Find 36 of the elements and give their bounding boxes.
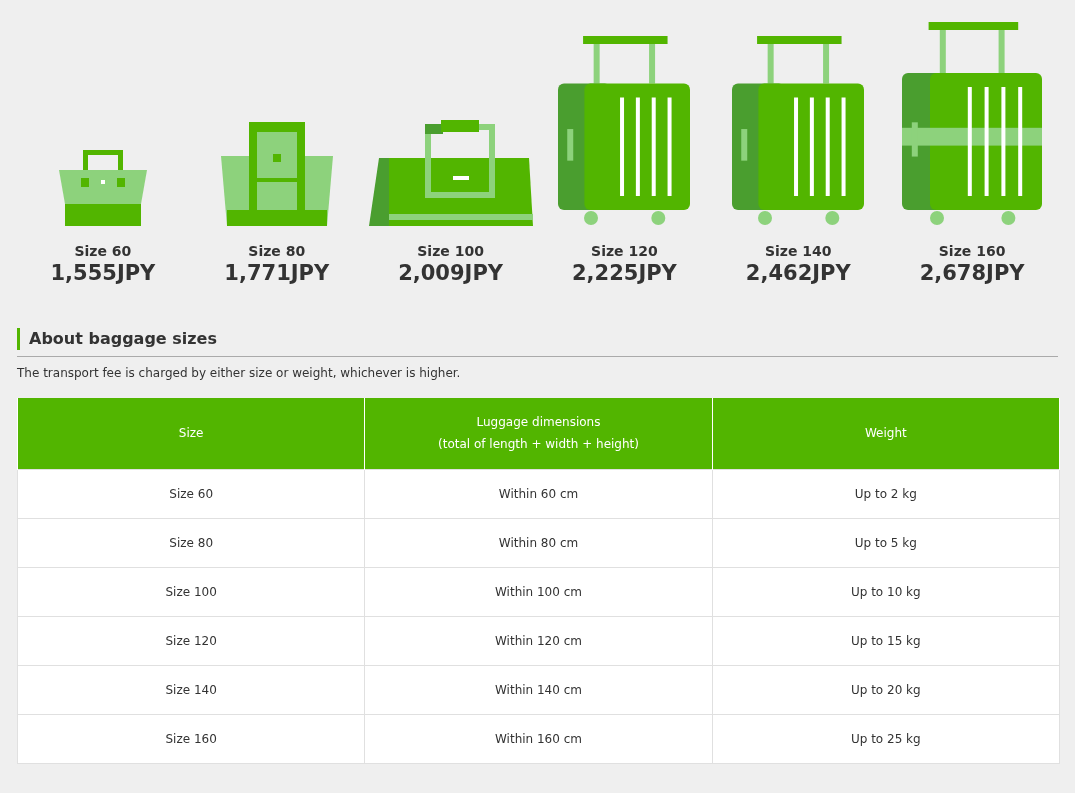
- price: 2,678JPY: [919, 260, 1025, 286]
- table-cell: Within 60 cm: [364, 469, 713, 518]
- heading-accent-bar: [17, 328, 20, 350]
- table-cell: Size 60: [17, 469, 365, 518]
- size-label: Size 120: [591, 243, 658, 260]
- table-cell: Within 160 cm: [364, 714, 713, 763]
- price: 2,225JPY: [572, 260, 677, 286]
- fee-note: The transport fee is charged by either size or weight, whichever is higher.: [17, 365, 462, 382]
- table-cell: Up to 15 kg: [712, 616, 1060, 665]
- size-label: Size 140: [764, 243, 832, 260]
- table-cell: Up to 10 kg: [712, 567, 1060, 616]
- table-cell: Within 80 cm: [364, 518, 713, 567]
- table-cell: Up to 25 kg: [712, 714, 1060, 763]
- column-header: Size: [17, 398, 365, 469]
- size-label: Size 60: [74, 243, 132, 260]
- price: 2,009JPY: [398, 260, 503, 286]
- price: 2,462JPY: [745, 260, 851, 286]
- table-cell: Size 140: [17, 665, 365, 714]
- size-label: Size 100: [417, 243, 484, 260]
- size-label: Size 160: [938, 243, 1006, 260]
- column-header: Luggage dimensions (total of length + width + height): [364, 398, 713, 469]
- table-cell: Size 120: [17, 616, 365, 665]
- table-cell: Size 160: [17, 714, 365, 763]
- table-cell: Up to 2 kg: [712, 469, 1060, 518]
- table-cell: Within 120 cm: [364, 616, 713, 665]
- size-label: Size 80: [248, 243, 306, 260]
- price: 1,771JPY: [224, 260, 330, 286]
- section-heading: About baggage sizes: [29, 328, 217, 350]
- table-cell: Size 80: [17, 518, 365, 567]
- column-header: Weight: [712, 398, 1060, 469]
- table-cell: Within 100 cm: [364, 567, 713, 616]
- table-cell: Within 140 cm: [364, 665, 713, 714]
- table-cell: Up to 5 kg: [712, 518, 1060, 567]
- table-cell: Size 100: [17, 567, 365, 616]
- price: 1,555JPY: [50, 260, 156, 286]
- table-cell: Up to 20 kg: [712, 665, 1060, 714]
